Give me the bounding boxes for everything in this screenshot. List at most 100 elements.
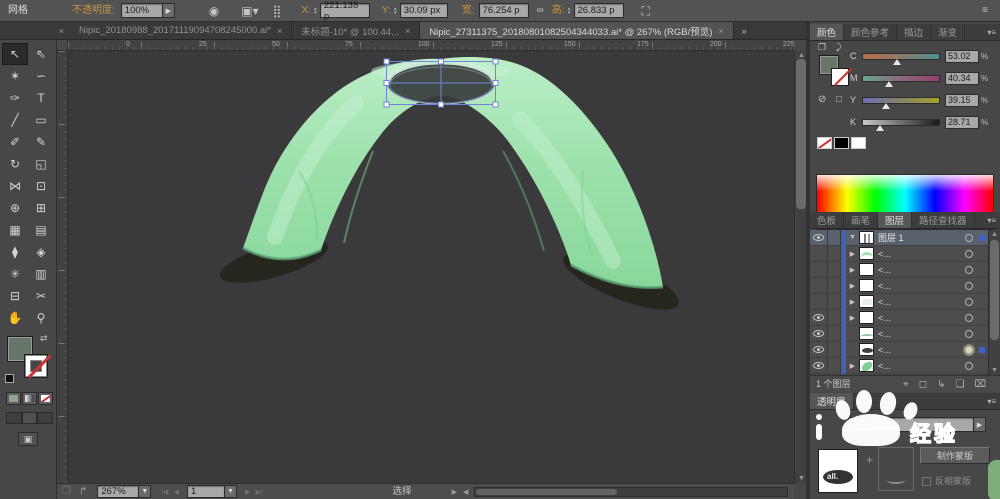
transform-icon[interactable]: ⛶ — [642, 5, 650, 17]
channel-value-field[interactable]: 28.71 — [945, 116, 979, 129]
stroke-color-swatch[interactable] — [24, 354, 48, 378]
ruler-corner[interactable] — [57, 40, 68, 51]
layer-thumbnail[interactable] — [859, 247, 874, 260]
make-mask-icon[interactable]: ◻ — [919, 379, 927, 390]
tab-color-guide[interactable]: 颜色参考 — [844, 24, 897, 40]
hscroll-right-icon[interactable]: ◀ — [463, 488, 468, 496]
lock-toggle[interactable] — [828, 230, 841, 246]
rectangle-tool[interactable]: ▭ — [28, 109, 54, 131]
slider-thumb[interactable] — [893, 59, 901, 65]
visibility-toggle[interactable] — [810, 278, 828, 294]
rotate-tool[interactable]: ↻ — [2, 153, 28, 175]
artboard-canvas[interactable] — [68, 51, 794, 483]
layer-row-0[interactable]: ▼图层 1 — [810, 230, 988, 246]
layers-scroll-thumb[interactable] — [990, 240, 999, 340]
channel-slider[interactable] — [862, 53, 940, 60]
expand-icon[interactable]: ▶ — [846, 298, 859, 306]
layers-panel-menu-icon[interactable]: ▾≡ — [987, 212, 1000, 228]
lasso-tool[interactable]: ∽ — [28, 65, 54, 87]
scroll-up-icon[interactable]: ▲ — [798, 52, 805, 59]
next-artboard-icon[interactable]: ▶ — [245, 488, 250, 496]
tab-swatches[interactable]: 色板 — [810, 212, 844, 228]
swatch-none[interactable] — [817, 137, 832, 149]
layer-thumbnail[interactable] — [859, 279, 874, 292]
color-mode-button[interactable] — [6, 392, 21, 405]
target-column[interactable] — [961, 234, 976, 242]
channel-slider[interactable] — [862, 75, 940, 82]
width-tool[interactable]: ⋈ — [2, 175, 28, 197]
layer-thumbnail[interactable] — [859, 311, 874, 324]
layer-thumbnail[interactable] — [859, 295, 874, 308]
lastcolor-proxy-icon[interactable]: □ — [836, 95, 842, 105]
status-icon-1[interactable]: ❐ — [62, 486, 71, 497]
invert-mask-checkbox[interactable] — [922, 477, 931, 486]
slider-thumb[interactable] — [876, 125, 884, 131]
panel-stroke-swatch[interactable] — [831, 68, 849, 86]
none-mode-button[interactable] — [38, 392, 53, 405]
document-setup-icon[interactable]: ◉ — [209, 5, 219, 17]
swap-fill-stroke-icon[interactable]: ⇄ — [40, 334, 48, 343]
symbol-sprayer-tool[interactable]: ✳ — [2, 263, 28, 285]
selection-tool[interactable]: ↖ — [2, 43, 28, 65]
target-icon[interactable] — [965, 266, 973, 274]
tab-close-icon[interactable]: × — [405, 26, 410, 36]
proxy-mini-icon[interactable]: ❐ — [818, 43, 826, 52]
free-transform-tool[interactable]: ⊡ — [28, 175, 54, 197]
lock-toggle[interactable] — [828, 278, 841, 294]
layer-name[interactable]: <... — [878, 345, 961, 355]
x-stepper[interactable]: ▴▾ — [311, 3, 320, 18]
target-column[interactable] — [961, 282, 976, 290]
layer-name[interactable]: 图层 1 — [878, 231, 961, 244]
width-field[interactable]: 76.254 p — [479, 3, 529, 18]
layer-row-6[interactable]: <... — [810, 326, 988, 342]
vertical-ruler[interactable] — [57, 51, 68, 483]
layer-row-1[interactable]: ▶<... — [810, 246, 988, 262]
visibility-toggle[interactable] — [810, 262, 828, 278]
layer-thumbnail[interactable] — [859, 231, 874, 244]
target-icon[interactable] — [965, 298, 973, 306]
color-panel-menu-icon[interactable]: ▾≡ — [987, 24, 1000, 40]
layer-row-7[interactable]: <... — [810, 342, 988, 358]
transparency-opacity-dropdown-icon[interactable]: ▶ — [974, 417, 986, 432]
lock-toggle[interactable] — [828, 246, 841, 262]
layer-thumbnail[interactable] — [859, 327, 874, 340]
layer-row-4[interactable]: ▶ <... — [810, 294, 988, 310]
status-icon-2[interactable]: ↱ — [79, 486, 87, 497]
proxy-swap-icon[interactable]: ⤸ — [836, 43, 841, 52]
horizontal-ruler[interactable]: 0255075100125150175200225250 — [68, 40, 794, 51]
swatch-black[interactable] — [834, 137, 849, 149]
tab-brushes[interactable]: 画笔 — [844, 212, 878, 228]
target-icon[interactable] — [965, 234, 973, 242]
layer-name[interactable]: <... — [878, 297, 961, 307]
target-icon[interactable] — [965, 282, 973, 290]
none-proxy-icon[interactable]: ⊘ — [818, 95, 826, 105]
tab-close-icon[interactable]: × — [277, 26, 282, 36]
layer-name[interactable]: <... — [878, 249, 961, 259]
layers-scroll-up-icon[interactable]: ▲ — [991, 231, 998, 238]
visibility-toggle[interactable] — [810, 310, 828, 326]
document-tab-2[interactable]: Nipic_27311375_20180801082504344033.ai* … — [420, 22, 733, 39]
zoom-level-field[interactable]: 267% — [97, 485, 139, 498]
prev-artboard-icon[interactable]: ◀ — [174, 488, 179, 496]
artboard-nav-field[interactable]: 1 — [187, 485, 225, 498]
layer-thumbnail[interactable] — [859, 343, 874, 356]
type-tool[interactable]: T — [28, 87, 54, 109]
new-sublayer-icon[interactable]: ↳ — [937, 379, 945, 390]
layer-row-2[interactable]: ▶<... — [810, 262, 988, 278]
layer-row-8[interactable]: ▶<... — [810, 358, 988, 374]
visibility-toggle[interactable] — [810, 342, 828, 358]
layer-name[interactable]: <... — [878, 265, 961, 275]
target-column[interactable] — [961, 266, 976, 274]
tab-close-icon[interactable]: × — [718, 26, 723, 36]
first-artboard-icon[interactable]: |◀ — [161, 488, 168, 496]
expand-icon[interactable]: ▶ — [846, 314, 859, 322]
new-layer-icon[interactable]: ❏ — [956, 379, 965, 390]
artboard-tool[interactable]: ⊟ — [2, 285, 28, 307]
transparency-opacity-field[interactable]: 100% — [848, 417, 974, 432]
target-column[interactable] — [961, 346, 976, 354]
tab-transparency[interactable]: 透明度 — [810, 393, 854, 409]
shape-builder-tool[interactable]: ⊕ — [2, 197, 28, 219]
paintbrush-tool[interactable]: ✐ — [2, 131, 28, 153]
channel-value-field[interactable]: 53.02 — [945, 50, 979, 63]
screen-mode-button[interactable]: ▣ — [18, 432, 38, 446]
